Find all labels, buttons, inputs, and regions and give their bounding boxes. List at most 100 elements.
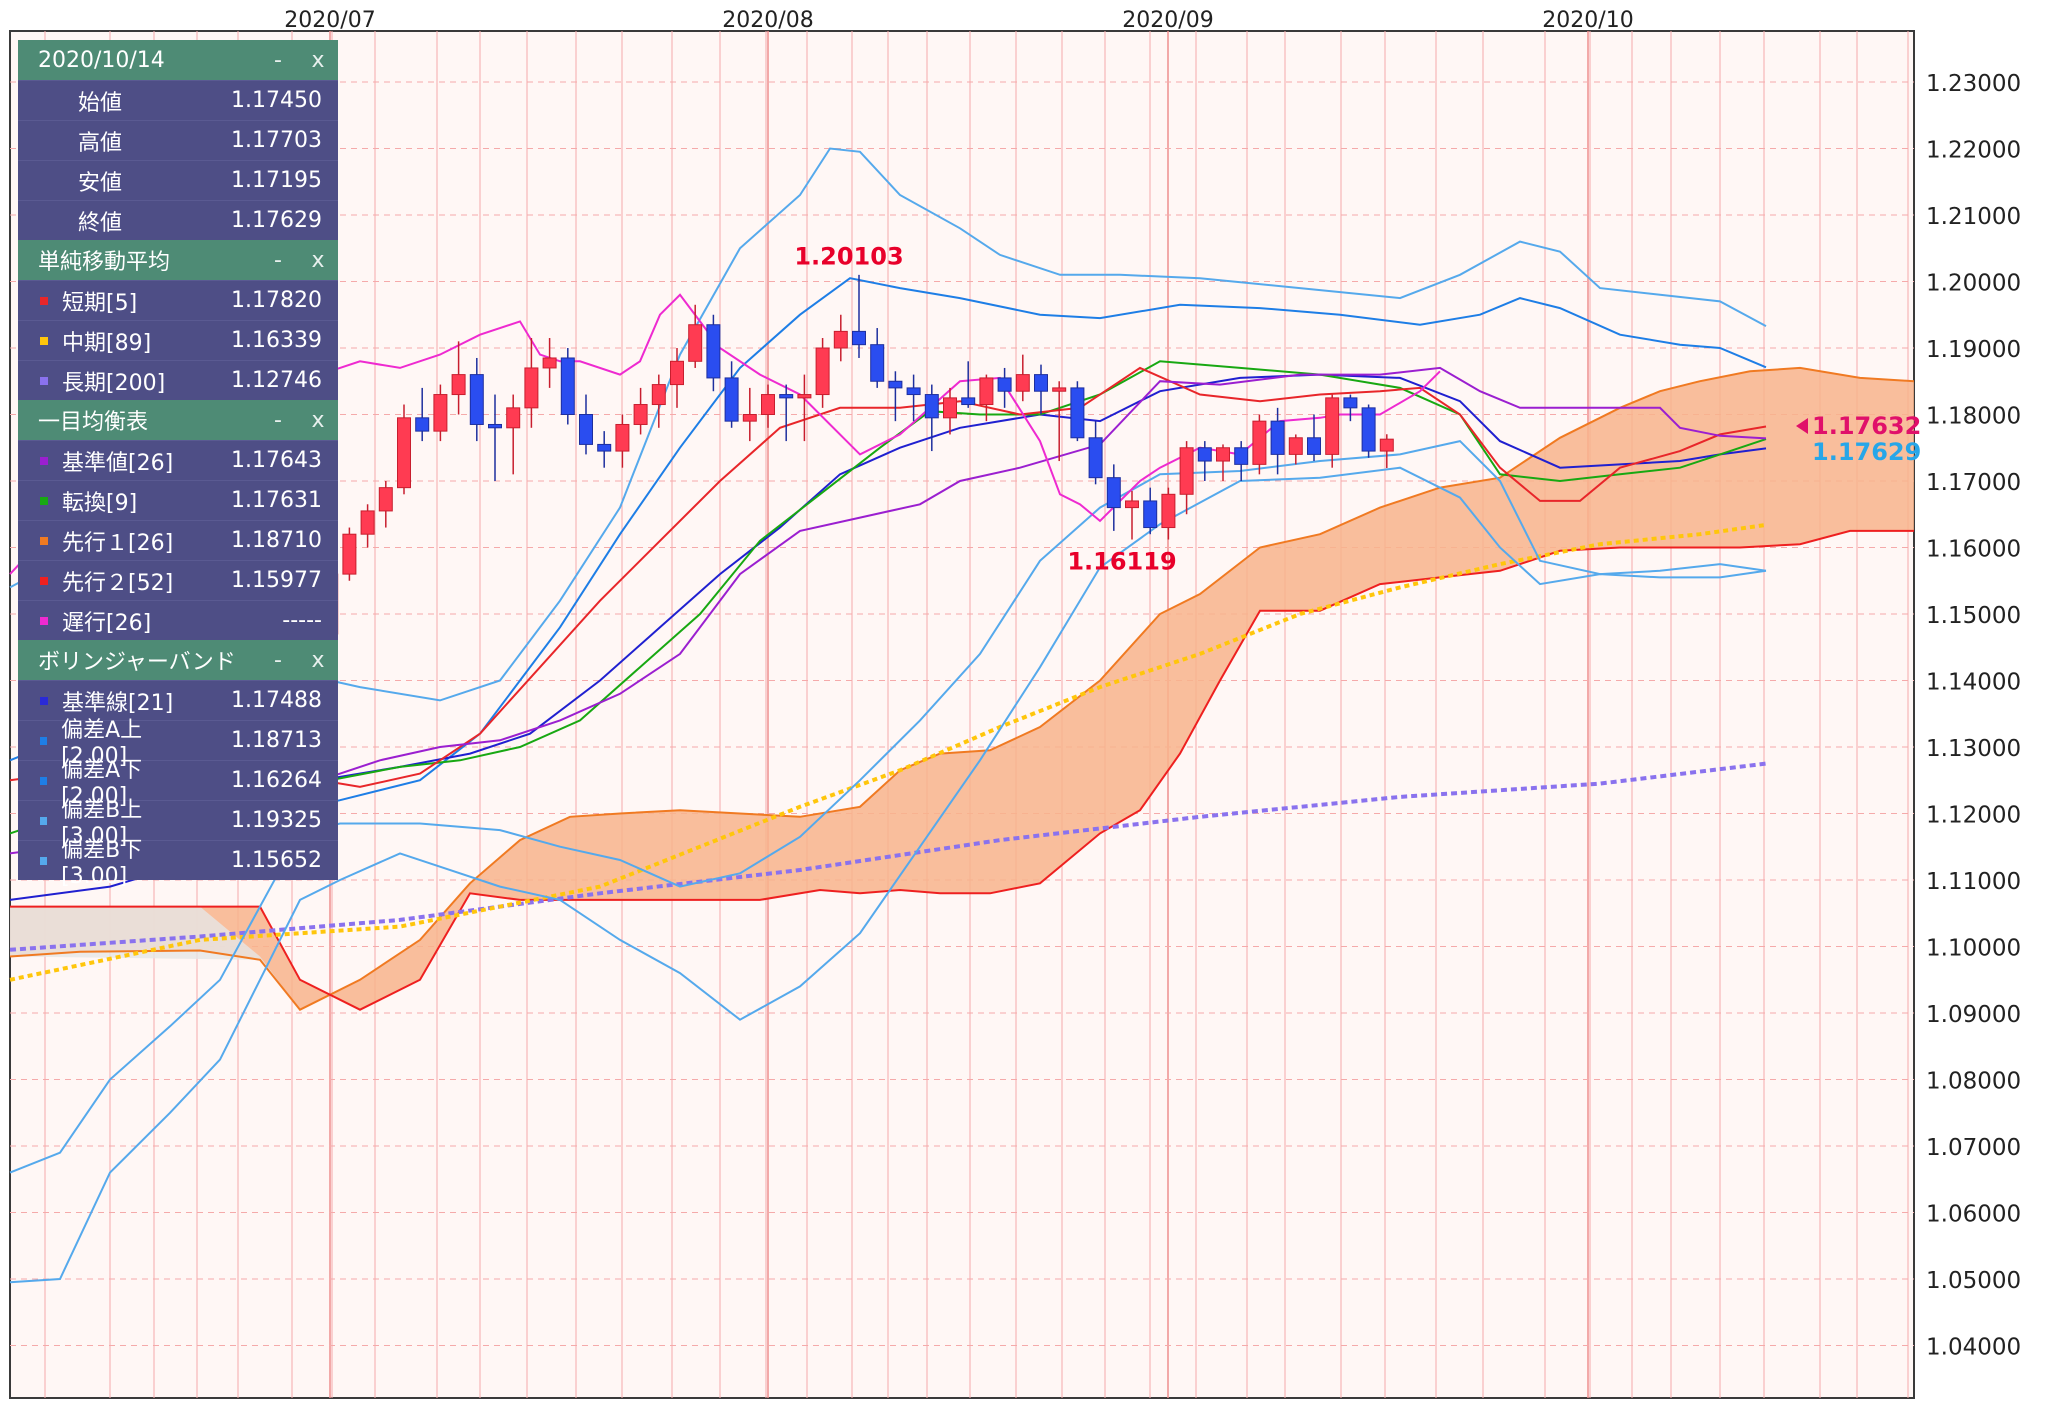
candle-body <box>688 324 703 362</box>
candle-body <box>378 487 393 512</box>
x-tick-label: 2020/10 <box>1542 8 1633 33</box>
candle-body <box>488 423 502 429</box>
close-value: 1.17629 <box>231 208 322 233</box>
candle-body <box>742 414 757 422</box>
x-tick-label: 2020/07 <box>284 8 375 33</box>
legend-swatch <box>40 456 48 465</box>
sma-mid-value: 1.16339 <box>231 328 322 353</box>
legend-swatch <box>40 496 48 505</box>
candle-body <box>852 330 866 346</box>
candle-body <box>451 374 466 396</box>
sma-long-label: 長期[200] <box>62 370 166 396</box>
chart-root: 1.20103 1.16119 1.17632 1.17629 1.23000 1.22… <box>0 0 2046 1408</box>
candle-body <box>670 360 684 386</box>
candle-body <box>924 394 939 419</box>
candle-body <box>761 394 775 415</box>
open-label: 始値 <box>78 90 123 116</box>
minimize-button[interactable]: - <box>258 248 298 273</box>
sma-short-label: 短期[5] <box>62 290 138 316</box>
price-marker-label: 1.17632 <box>1812 412 1921 440</box>
candle-body <box>1161 493 1176 529</box>
candle-body <box>1088 437 1103 479</box>
candle-body <box>506 407 521 429</box>
bb-b-upper-value: 1.19325 <box>231 808 322 833</box>
close-button[interactable]: x <box>298 648 338 673</box>
ohlc-section-header: 2020/10/14 - x <box>18 40 338 80</box>
y-tick-label: 1.13000 <box>1926 736 2021 762</box>
ichimoku-title: 一目均衡表 <box>38 410 149 435</box>
legend-swatch <box>40 816 48 825</box>
candle-body <box>1379 438 1394 452</box>
bollinger-section-header: ボリンジャーバンド - x <box>18 640 338 680</box>
senkou-a-label: 先行１[26] <box>62 530 174 556</box>
senkou-a-row: 先行１[26] 1.18710 <box>18 520 338 560</box>
candle <box>560 348 575 425</box>
candle-body <box>888 380 903 389</box>
y-tick-label: 1.15000 <box>1926 603 2021 629</box>
kijun-label: 基準値[26] <box>62 450 174 476</box>
legend-swatch <box>40 616 48 625</box>
candle-body <box>1307 437 1321 455</box>
ohlc-high-row: 高値 1.17703 <box>18 120 338 160</box>
close-label: 終値 <box>78 210 123 236</box>
candle-body <box>943 397 957 419</box>
chikou-row: 遅行[26] ----- <box>18 600 338 640</box>
candle-body <box>433 394 448 432</box>
y-tick-label: 1.09000 <box>1926 1002 2021 1028</box>
candle-body <box>542 357 557 369</box>
candle-body <box>706 324 721 379</box>
candle-body <box>906 387 921 396</box>
candle-body <box>1070 387 1085 439</box>
candle <box>342 527 357 581</box>
candle-body <box>342 533 357 575</box>
senkou-b-value: 1.15977 <box>231 568 322 593</box>
senkou-b-label: 先行２[52] <box>62 570 174 596</box>
legend-swatch <box>40 336 48 345</box>
minimize-button[interactable]: - <box>258 648 298 673</box>
y-tick-label: 1.14000 <box>1926 670 2021 696</box>
y-tick-label: 1.22000 <box>1926 138 2021 164</box>
sma-short-value: 1.17820 <box>231 288 322 313</box>
candle-body <box>579 414 593 445</box>
y-tick-label: 1.05000 <box>1926 1268 2021 1294</box>
candle-body <box>833 330 848 349</box>
candle-body <box>1234 447 1249 465</box>
candle-body <box>1015 374 1030 392</box>
ichimoku-section-header: 一目均衡表 - x <box>18 400 338 440</box>
y-tick-label: 1.04000 <box>1926 1335 2021 1361</box>
candle-body <box>1270 420 1285 455</box>
candle-body <box>815 347 830 396</box>
minimize-button[interactable]: - <box>258 408 298 433</box>
candle-body <box>997 377 1012 392</box>
close-button[interactable]: x <box>298 408 338 433</box>
open-value: 1.17450 <box>231 88 322 113</box>
candle-body <box>1216 447 1230 462</box>
candle <box>1070 381 1085 442</box>
candle-body <box>1106 477 1121 509</box>
candle-body <box>615 423 630 452</box>
x-tick-label: 2020/08 <box>722 8 813 33</box>
candle-body <box>1179 447 1194 495</box>
y-tick-label: 1.16000 <box>1926 537 2021 563</box>
minimize-button[interactable]: - <box>258 48 298 73</box>
low-label: 安値 <box>78 170 123 196</box>
bollinger-title: ボリンジャーバンド <box>38 650 236 675</box>
candle-body <box>979 377 994 406</box>
candle-body <box>1125 500 1139 509</box>
candle-body <box>1143 500 1158 529</box>
candle-body <box>633 404 648 425</box>
legend-swatch <box>40 536 48 545</box>
close-button[interactable]: x <box>298 248 338 273</box>
candle-body <box>779 394 794 399</box>
candle-body <box>1325 397 1340 455</box>
close-button[interactable]: x <box>298 48 338 73</box>
x-tick-label: 2020/09 <box>1122 8 1213 33</box>
ohlc-open-row: 始値 1.17450 <box>18 80 338 120</box>
candle-body <box>360 510 375 535</box>
y-tick-label: 1.10000 <box>1926 936 2021 962</box>
chikou-value: ----- <box>282 608 322 633</box>
y-tick-label: 1.18000 <box>1926 404 2021 430</box>
candle-body <box>1361 407 1376 452</box>
bb-a-lower-value: 1.16264 <box>231 768 322 793</box>
candle-body <box>870 344 885 382</box>
